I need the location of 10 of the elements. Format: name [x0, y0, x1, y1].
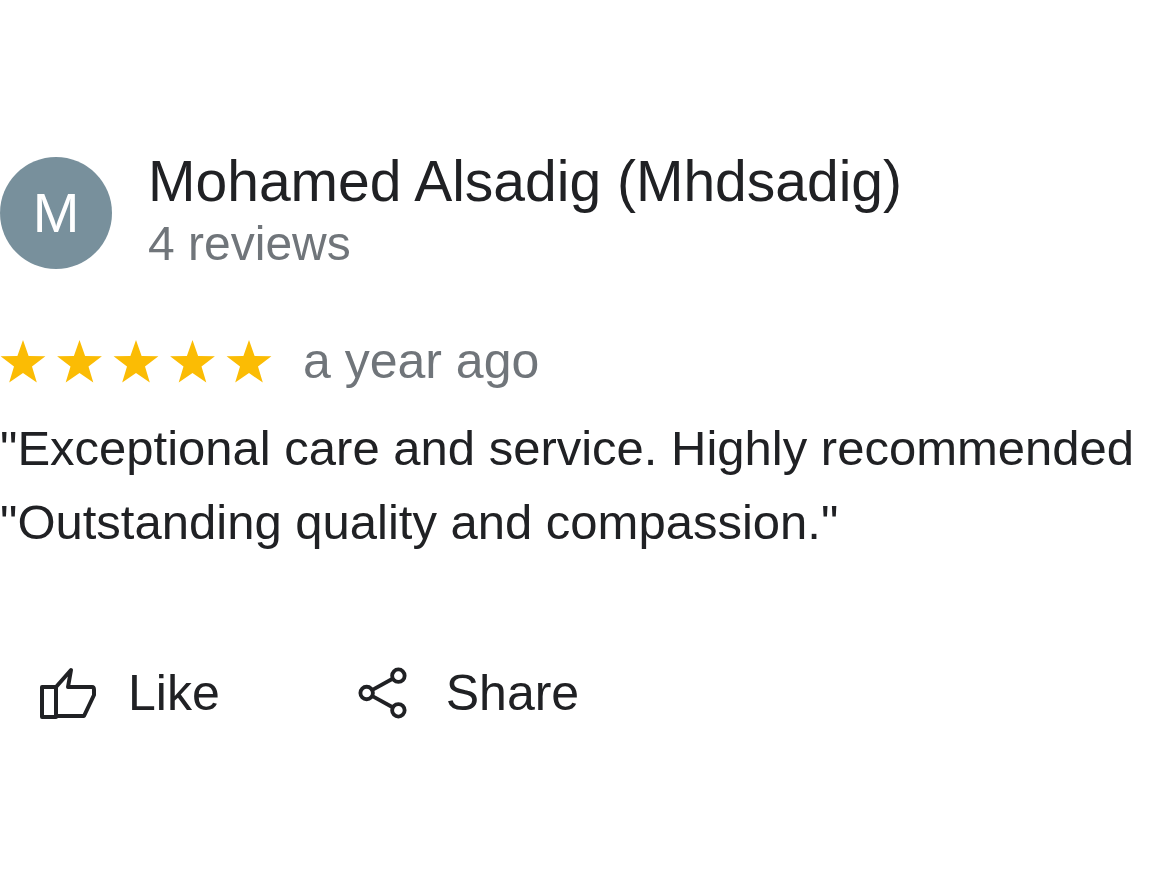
- review-text: "Outstanding quality and compassion.": [0, 494, 840, 551]
- reviewer-name[interactable]: Mohamed Alsadig (Mhdsadig): [148, 151, 903, 211]
- avatar: M: [0, 156, 112, 269]
- like-button[interactable]: Like: [28, 658, 232, 728]
- share-icon: [357, 666, 408, 720]
- review-text: "Exceptional care and service. Highly recommended: [0, 420, 1136, 477]
- thumbs-up-icon: [40, 667, 96, 719]
- review-count: 4 reviews: [148, 216, 352, 272]
- share-button[interactable]: Share: [345, 658, 592, 728]
- review-date: a year ago: [303, 332, 540, 391]
